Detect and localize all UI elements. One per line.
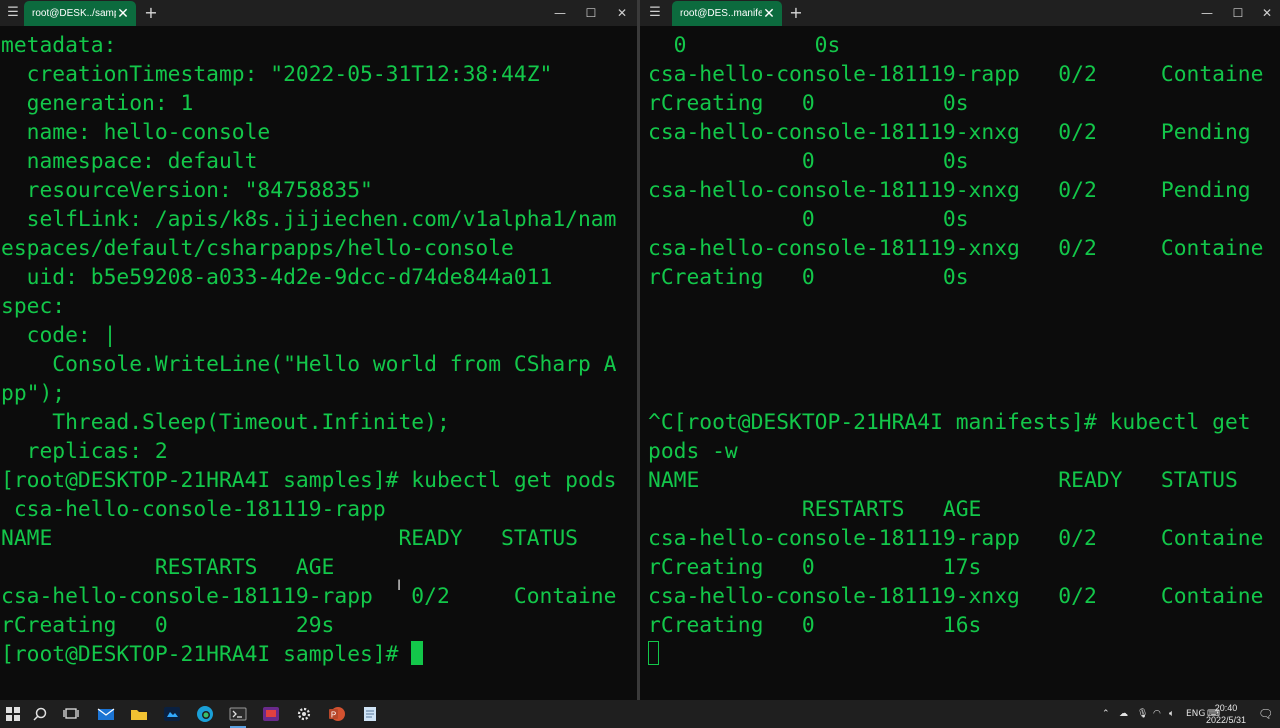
- prompt-line[interactable]: [root@DESKTOP-21HRA4I samples]#: [1, 640, 637, 669]
- terminal-line: Thread.Sleep(Timeout.Infinite);: [1, 410, 450, 435]
- menu-icon[interactable]: ☰: [4, 3, 22, 23]
- terminal-line: creationTimestamp: "2022-05-31T12:38:44Z…: [1, 62, 553, 87]
- maximize-icon[interactable]: ☐: [1228, 3, 1248, 23]
- tab-title: root@DESK../samples: [32, 8, 116, 19]
- terminal-line: rCreating 0 0s: [648, 91, 969, 116]
- terminal-line: RESTARTS AGE: [648, 497, 982, 522]
- notification-icon[interactable]: 🗨︎: [1258, 700, 1273, 728]
- cloud-icon[interactable]: ☁: [1119, 700, 1128, 728]
- terminal-line: ^C[root@DESKTOP-21HRA4I manifests]# kube…: [648, 410, 1251, 435]
- new-tab-icon[interactable]: +: [142, 3, 160, 23]
- terminal-line: csa-hello-console-181119-rapp 0/2 Contai…: [648, 526, 1264, 551]
- notepad-icon[interactable]: [357, 703, 383, 725]
- terminal-line: generation: 1: [1, 91, 194, 116]
- terminal-line: metadata:: [1, 33, 117, 58]
- terminal-line: csa-hello-console-181119-xnxg 0/2 Pendin…: [648, 120, 1251, 145]
- edge-icon[interactable]: [192, 703, 218, 725]
- terminal-line: rCreating 0 0s: [648, 265, 969, 290]
- terminal-line: csa-hello-console-181119-rapp 0/2 Contai…: [648, 62, 1264, 87]
- terminal-output[interactable]: 0 0s csa-hello-console-181119-rapp 0/2 C…: [648, 31, 1280, 700]
- title-bar: ☰ root@DESK../samples ✕ + — ☐ ✕: [0, 0, 637, 26]
- terminal-line: csa-hello-console-181119-xnxg 0/2 Contai…: [648, 236, 1264, 261]
- close-window-icon[interactable]: ✕: [1257, 3, 1277, 23]
- terminal-line: uid: b5e59208-a033-4d2e-9dcc-d74de844a01…: [1, 265, 553, 290]
- terminal-line: name: hello-console: [1, 120, 271, 145]
- terminal-line: espaces/default/csharpapps/hello-console: [1, 236, 514, 261]
- terminal-line: code: |: [1, 323, 117, 348]
- terminal-line: resourceVersion: "84758835": [1, 178, 373, 203]
- mail-icon[interactable]: [93, 703, 119, 725]
- terminal-line: pods -w: [648, 439, 738, 464]
- clock-time: 20:40: [1214, 703, 1238, 713]
- terminal-line: 0 0s: [648, 33, 841, 58]
- rdp-icon[interactable]: [258, 703, 284, 725]
- terminal-line: NAME READY STATUS: [648, 468, 1238, 493]
- wifi-icon[interactable]: ◠: [1153, 700, 1161, 728]
- photoshop-icon[interactable]: [159, 703, 185, 725]
- terminal-line: 0 0s: [648, 149, 969, 174]
- terminal-line: spec:: [1, 294, 66, 319]
- chevron-up-icon[interactable]: ⌃: [1102, 700, 1110, 728]
- clock[interactable]: 20:40 2022/5/31: [1202, 702, 1250, 726]
- terminal-line: selfLink: /apis/k8s.jijiechen.com/v1alph…: [1, 207, 617, 232]
- text-cursor: [411, 641, 424, 665]
- volume-icon[interactable]: 🔈︎: [1169, 700, 1174, 728]
- microphone-icon[interactable]: 🎙︎: [1137, 700, 1148, 728]
- terminal-line: [root@DESKTOP-21HRA4I samples]# kubectl …: [1, 468, 617, 493]
- powerpoint-icon[interactable]: P: [324, 703, 350, 725]
- close-tab-icon[interactable]: ✕: [762, 6, 776, 22]
- prompt-line[interactable]: [648, 640, 1280, 669]
- close-window-icon[interactable]: ✕: [612, 3, 632, 23]
- minimize-icon[interactable]: —: [1197, 3, 1217, 23]
- terminal-window-left: ☰ root@DESK../samples ✕ + — ☐ ✕ metadata…: [0, 0, 637, 700]
- terminal-line: rCreating 0 29s: [1, 613, 335, 638]
- file-explorer-icon[interactable]: [126, 703, 152, 725]
- terminal-line: 0 0s: [648, 207, 969, 232]
- search-icon[interactable]: [27, 703, 53, 725]
- terminal-line: csa-hello-console-181119-rapp 0/2 Contai…: [1, 584, 617, 609]
- terminal-line: csa-hello-console-181119-rapp: [1, 497, 386, 522]
- tab-manifests[interactable]: root@DES..manifests ✕: [672, 1, 782, 26]
- svg-text:P: P: [331, 711, 336, 720]
- settings-icon[interactable]: [291, 703, 317, 725]
- terminal-line: Console.WriteLine("Hello world from CSha…: [1, 352, 617, 377]
- terminal-icon[interactable]: [225, 703, 251, 728]
- terminal-line: csa-hello-console-181119-xnxg 0/2 Contai…: [648, 584, 1264, 609]
- tab-title: root@DES..manifests: [680, 8, 762, 19]
- taskbar: P ⌃ ☁ 🎙︎ ◠ 🔈︎ ENG ⌨ 20:40 2022/5/31 🗨︎: [0, 700, 1280, 728]
- terminal-line: namespace: default: [1, 149, 258, 174]
- new-tab-icon[interactable]: +: [787, 3, 805, 23]
- title-bar: ☰ root@DES..manifests ✕ + — ☐ ✕: [640, 0, 1280, 26]
- terminal-line: RESTARTS AGE: [1, 555, 335, 580]
- terminal-line: rCreating 0 16s: [648, 613, 982, 638]
- terminal-line: pp");: [1, 381, 66, 406]
- close-tab-icon[interactable]: ✕: [116, 6, 130, 22]
- menu-icon[interactable]: ☰: [646, 3, 664, 23]
- terminal-line: NAME READY STATUS: [1, 526, 578, 551]
- shell-prompt: [root@DESKTOP-21HRA4I samples]#: [1, 642, 412, 667]
- task-view-icon[interactable]: [58, 703, 84, 725]
- maximize-icon[interactable]: ☐: [581, 3, 601, 23]
- terminal-output[interactable]: metadata: creationTimestamp: "2022-05-31…: [1, 31, 637, 700]
- clock-date: 2022/5/31: [1205, 715, 1247, 725]
- terminal-line: rCreating 0 17s: [648, 555, 982, 580]
- minimize-icon[interactable]: —: [550, 3, 570, 23]
- terminal-window-right: ☰ root@DES..manifests ✕ + — ☐ ✕ 0 0s csa…: [640, 0, 1280, 700]
- text-cursor: [648, 641, 659, 665]
- terminal-line: replicas: 2: [1, 439, 168, 464]
- tab-samples[interactable]: root@DESK../samples ✕: [24, 1, 136, 26]
- terminal-line: csa-hello-console-181119-xnxg 0/2 Pendin…: [648, 178, 1251, 203]
- mouse-ibeam-icon: I: [397, 578, 402, 594]
- windows-start-icon[interactable]: [0, 703, 26, 725]
